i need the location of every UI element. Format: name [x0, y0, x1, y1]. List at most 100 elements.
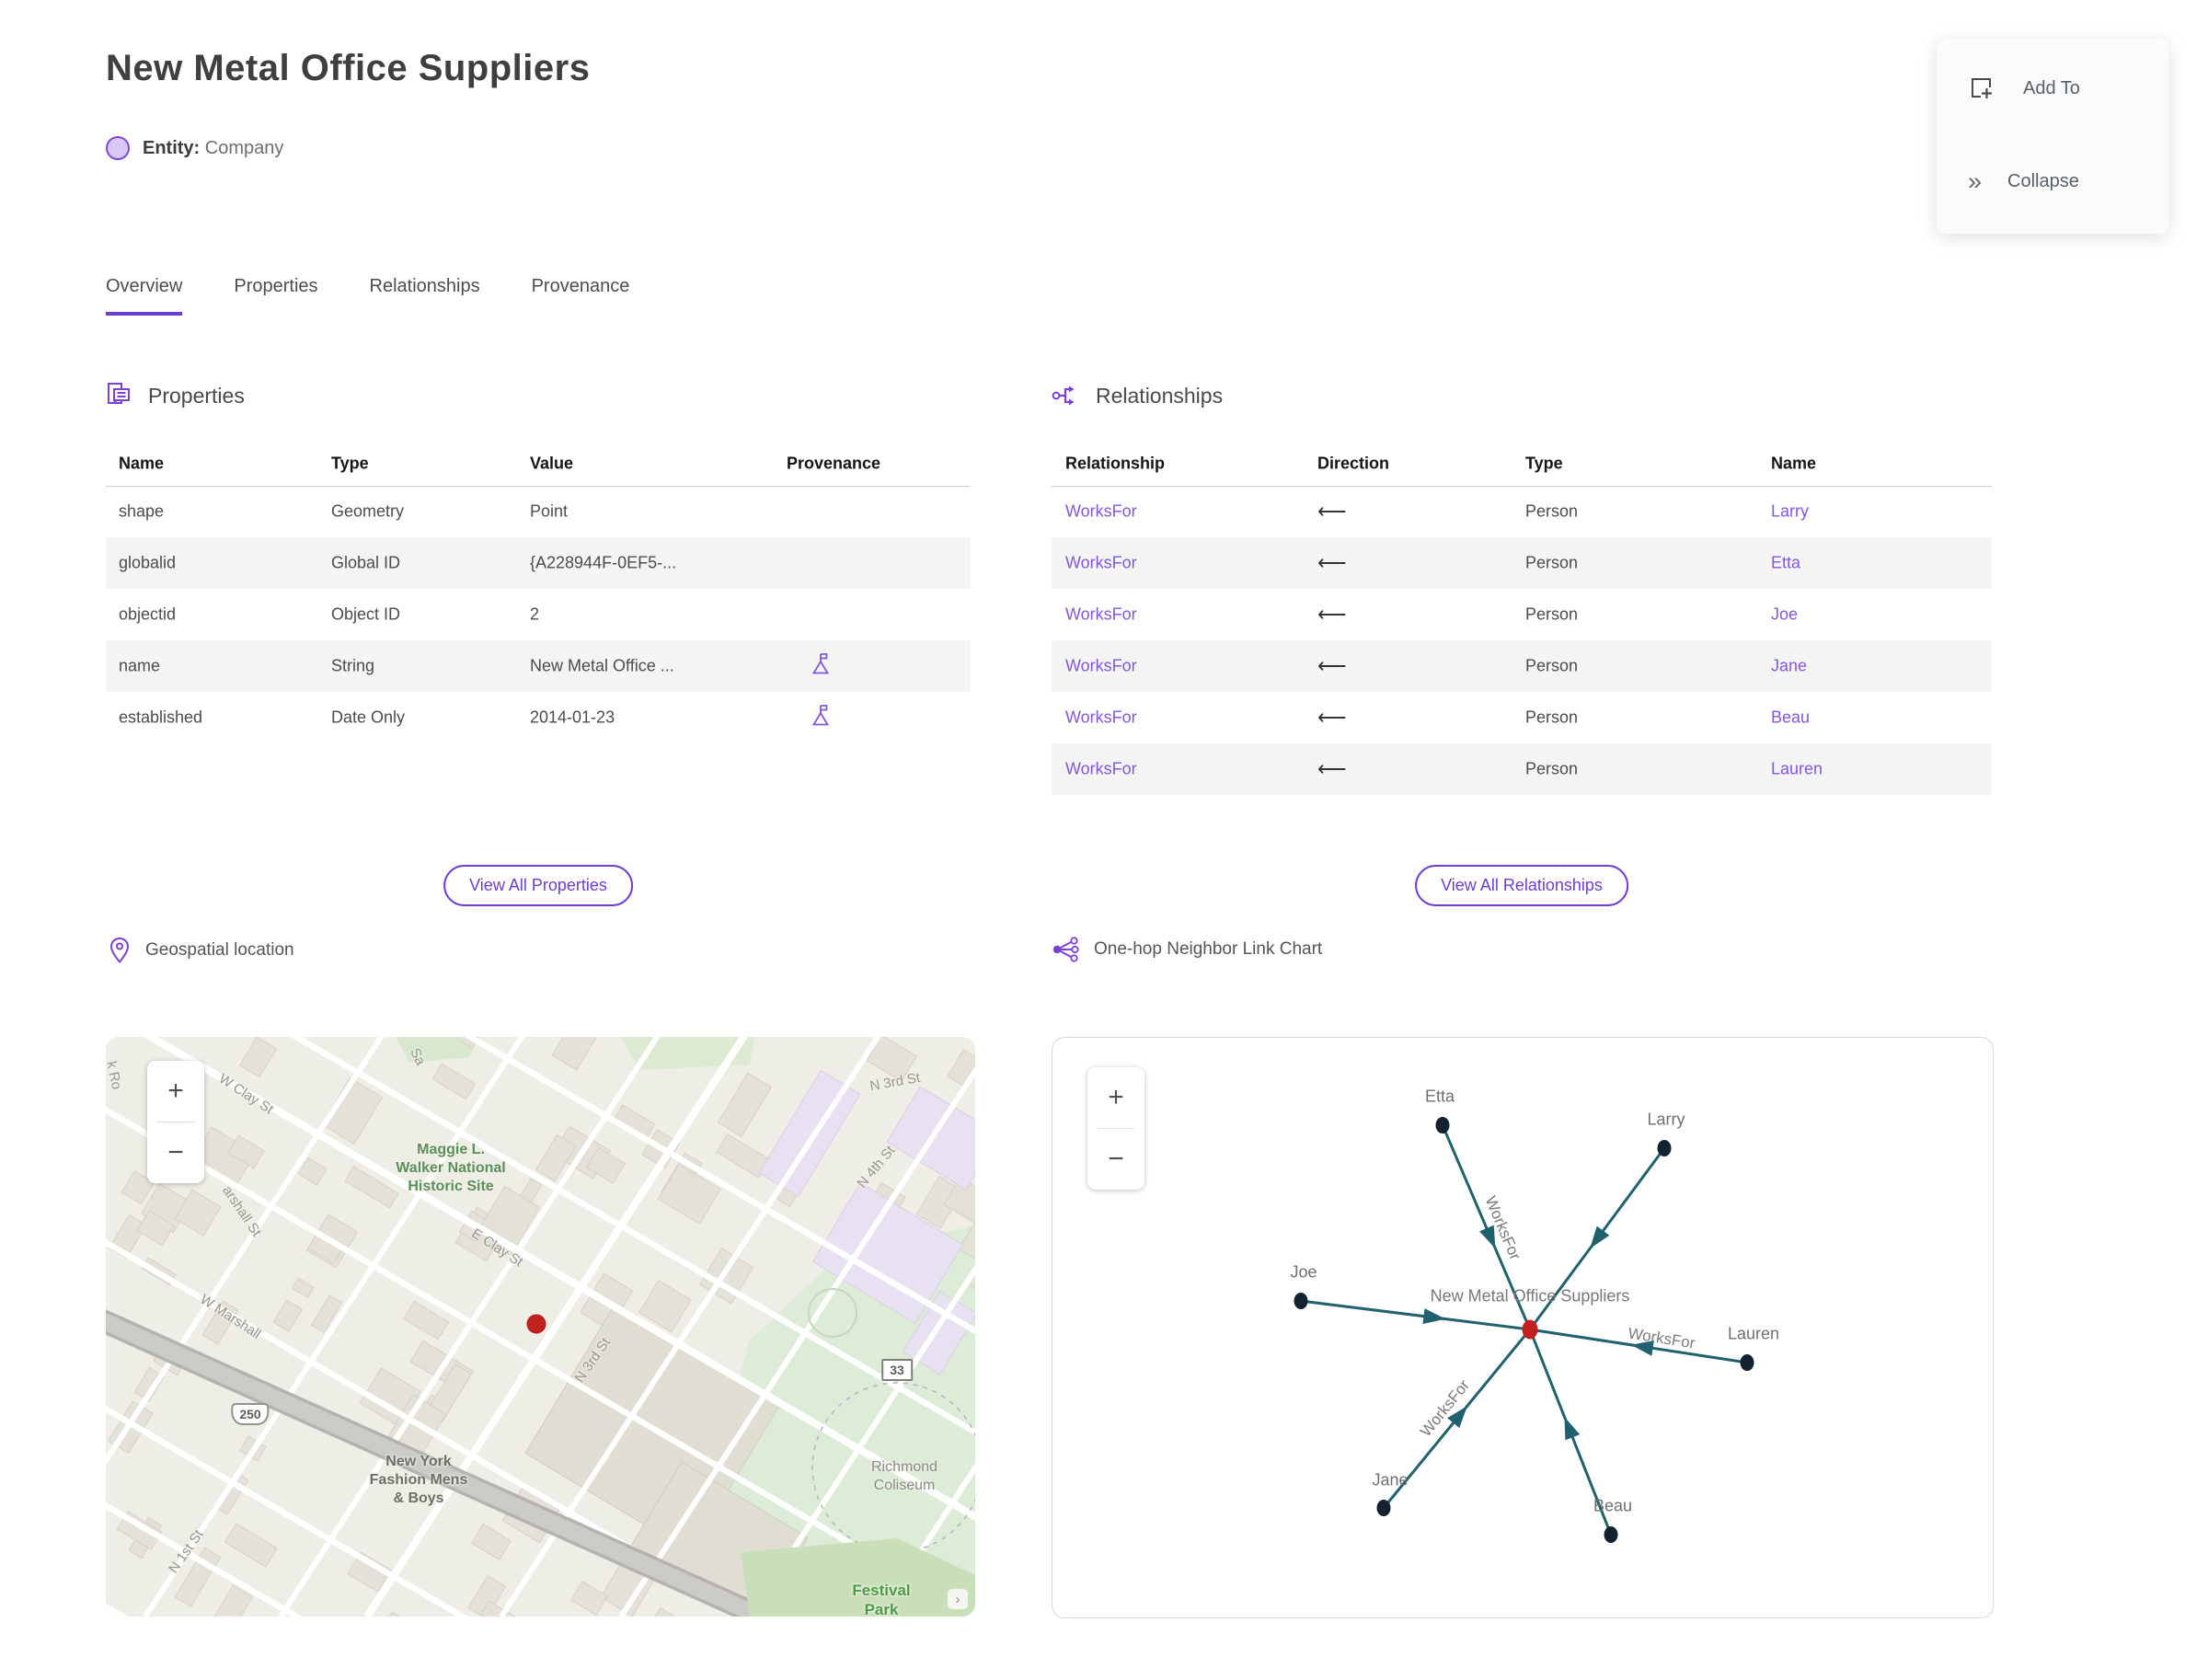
relationship-type-link[interactable]: WorksFor: [1065, 605, 1137, 625]
entity-row: Entity: Company: [106, 136, 283, 160]
property-value: {A228944F-0EF5-...: [530, 553, 677, 572]
route-shield-33: 33: [881, 1359, 913, 1381]
column-header-type: Type: [331, 454, 369, 473]
related-entity-type: Person: [1525, 708, 1579, 727]
chart-zoom-in-button[interactable]: +: [1087, 1067, 1144, 1128]
map-label-coliseum: Richmond Coliseum: [870, 1459, 938, 1493]
action-item-collapse[interactable]: » Collapse: [1968, 169, 2079, 194]
map-label-site: Maggie L. Walker National Historic Site: [396, 1142, 506, 1194]
map-zoom-out-button[interactable]: −: [147, 1122, 204, 1183]
property-name: objectid: [119, 604, 177, 624]
graph-node-lauren[interactable]: [1740, 1354, 1754, 1371]
entity-location-marker: [526, 1314, 546, 1334]
property-type: Object ID: [331, 604, 401, 624]
relationships-section-header: Relationships: [1052, 382, 1223, 409]
property-name: shape: [119, 501, 165, 521]
graph-node-jane[interactable]: [1376, 1500, 1391, 1516]
table-row: globalid Global ID {A228944F-0EF5-...: [106, 537, 971, 589]
tab-relationships[interactable]: Relationships: [370, 276, 480, 316]
related-entity-name-link[interactable]: Jane: [1771, 657, 1807, 676]
graph-node-label-beau: Beau: [1593, 1496, 1633, 1515]
column-header-relationship: Relationship: [1065, 454, 1166, 473]
table-header-row: Relationship Direction Type Name: [1052, 442, 1992, 487]
map-pin-icon: [109, 937, 130, 964]
column-header-direction: Direction: [1317, 454, 1390, 473]
property-name: name: [119, 656, 161, 675]
table-row: name String New Metal Office ...: [106, 640, 971, 692]
graph-node-label-joe: Joe: [1290, 1262, 1317, 1282]
route-shield-250: 250: [231, 1403, 270, 1425]
related-entity-name-link[interactable]: Etta: [1771, 554, 1800, 573]
graph-node-beau[interactable]: [1604, 1526, 1618, 1543]
related-entity-name-link[interactable]: Larry: [1771, 502, 1809, 522]
provenance-flag-icon[interactable]: [810, 703, 832, 732]
table-row: shape Geometry Point: [106, 486, 971, 537]
view-all-properties-button[interactable]: View All Properties: [443, 865, 633, 906]
graph-node-etta[interactable]: [1435, 1117, 1450, 1133]
map-zoom-control: + −: [147, 1061, 204, 1183]
relationships-section-title: Relationships: [1096, 383, 1224, 408]
graph-node-larry[interactable]: [1657, 1140, 1672, 1156]
direction-arrow: ⟵: [1317, 603, 1347, 626]
tab-properties[interactable]: Properties: [234, 276, 317, 316]
relationship-type-link[interactable]: WorksFor: [1065, 760, 1137, 779]
column-header-value: Value: [530, 454, 574, 473]
map-canvas[interactable]: + − › W Clay St Sa k Ro arshall St W Marshal…: [106, 1037, 975, 1617]
geospatial-title: Geospatial location: [145, 940, 294, 960]
table-row: established Date Only 2014-01-23: [106, 692, 971, 743]
collapse-icon: »: [1968, 167, 1983, 195]
action-item-add-to[interactable]: Add To: [1968, 74, 2080, 103]
table-row: WorksFor ⟵ Person Beau: [1052, 692, 1992, 743]
property-value: New Metal Office ...: [530, 656, 674, 675]
view-all-relationships-button[interactable]: View All Relationships: [1415, 865, 1628, 906]
add-to-icon: [1972, 78, 1995, 101]
link-chart-header: One-hop Neighbor Link Chart: [1052, 937, 1322, 962]
chart-zoom-control: + −: [1087, 1067, 1144, 1190]
relationship-type-link[interactable]: WorksFor: [1065, 708, 1137, 728]
graph-node-label-etta: Etta: [1424, 1087, 1455, 1106]
relationship-type-link[interactable]: WorksFor: [1065, 502, 1137, 522]
properties-icon: [108, 383, 130, 404]
relationship-type-link[interactable]: WorksFor: [1065, 554, 1137, 573]
direction-arrow: ⟵: [1317, 654, 1347, 677]
related-entity-type: Person: [1525, 501, 1579, 521]
direction-arrow: ⟵: [1317, 757, 1347, 780]
geospatial-header: Geospatial location: [109, 937, 294, 964]
provenance-flag-icon[interactable]: [810, 651, 832, 681]
graph-center-node-label: New Metal Office Suppliers: [1430, 1286, 1630, 1306]
link-chart-canvas[interactable]: + − Etta WorksFor Larry Joe Lauren WorksFor Ja…: [1052, 1037, 1994, 1618]
property-value: 2: [530, 604, 540, 624]
tab-bar: Overview Properties Relationships Provenanc…: [106, 276, 629, 316]
graph-node-joe[interactable]: [1294, 1293, 1308, 1309]
chart-zoom-out-button[interactable]: −: [1087, 1129, 1144, 1190]
one-hop-icon: [1052, 937, 1079, 962]
property-name: globalid: [119, 553, 177, 572]
entity-type-value: Company: [204, 137, 284, 158]
tab-provenance[interactable]: Provenance: [532, 276, 630, 316]
graph-node-label-lauren: Lauren: [1727, 1324, 1780, 1343]
graph-node-center[interactable]: [1522, 1319, 1538, 1340]
property-name: established: [119, 708, 203, 727]
table-row: WorksFor ⟵ Person Larry: [1052, 486, 1992, 537]
property-type: Date Only: [331, 708, 406, 727]
related-entity-name-link[interactable]: Joe: [1771, 605, 1798, 625]
graph-node-label-larry: Larry: [1647, 1110, 1685, 1129]
property-type: String: [331, 656, 375, 675]
entity-type-badge-icon: [106, 136, 130, 160]
related-entity-name-link[interactable]: Lauren: [1771, 760, 1823, 779]
table-row: WorksFor ⟵ Person Jane: [1052, 640, 1992, 692]
column-header-provenance: Provenance: [787, 454, 881, 473]
map-attribution-toggle[interactable]: ›: [948, 1589, 968, 1609]
direction-arrow: ⟵: [1317, 551, 1347, 574]
related-entity-type: Person: [1525, 604, 1579, 624]
properties-section-header: Properties: [106, 382, 245, 409]
tab-overview[interactable]: Overview: [106, 276, 183, 316]
relationship-type-link[interactable]: WorksFor: [1065, 657, 1137, 676]
related-entity-name-link[interactable]: Beau: [1771, 708, 1810, 728]
map-zoom-in-button[interactable]: +: [147, 1061, 204, 1122]
property-type: Global ID: [331, 553, 401, 572]
related-entity-type: Person: [1525, 553, 1579, 572]
property-type: Geometry: [331, 501, 405, 521]
relationships-icon: [1052, 385, 1075, 406]
table-row: WorksFor ⟵ Person Lauren: [1052, 743, 1992, 795]
